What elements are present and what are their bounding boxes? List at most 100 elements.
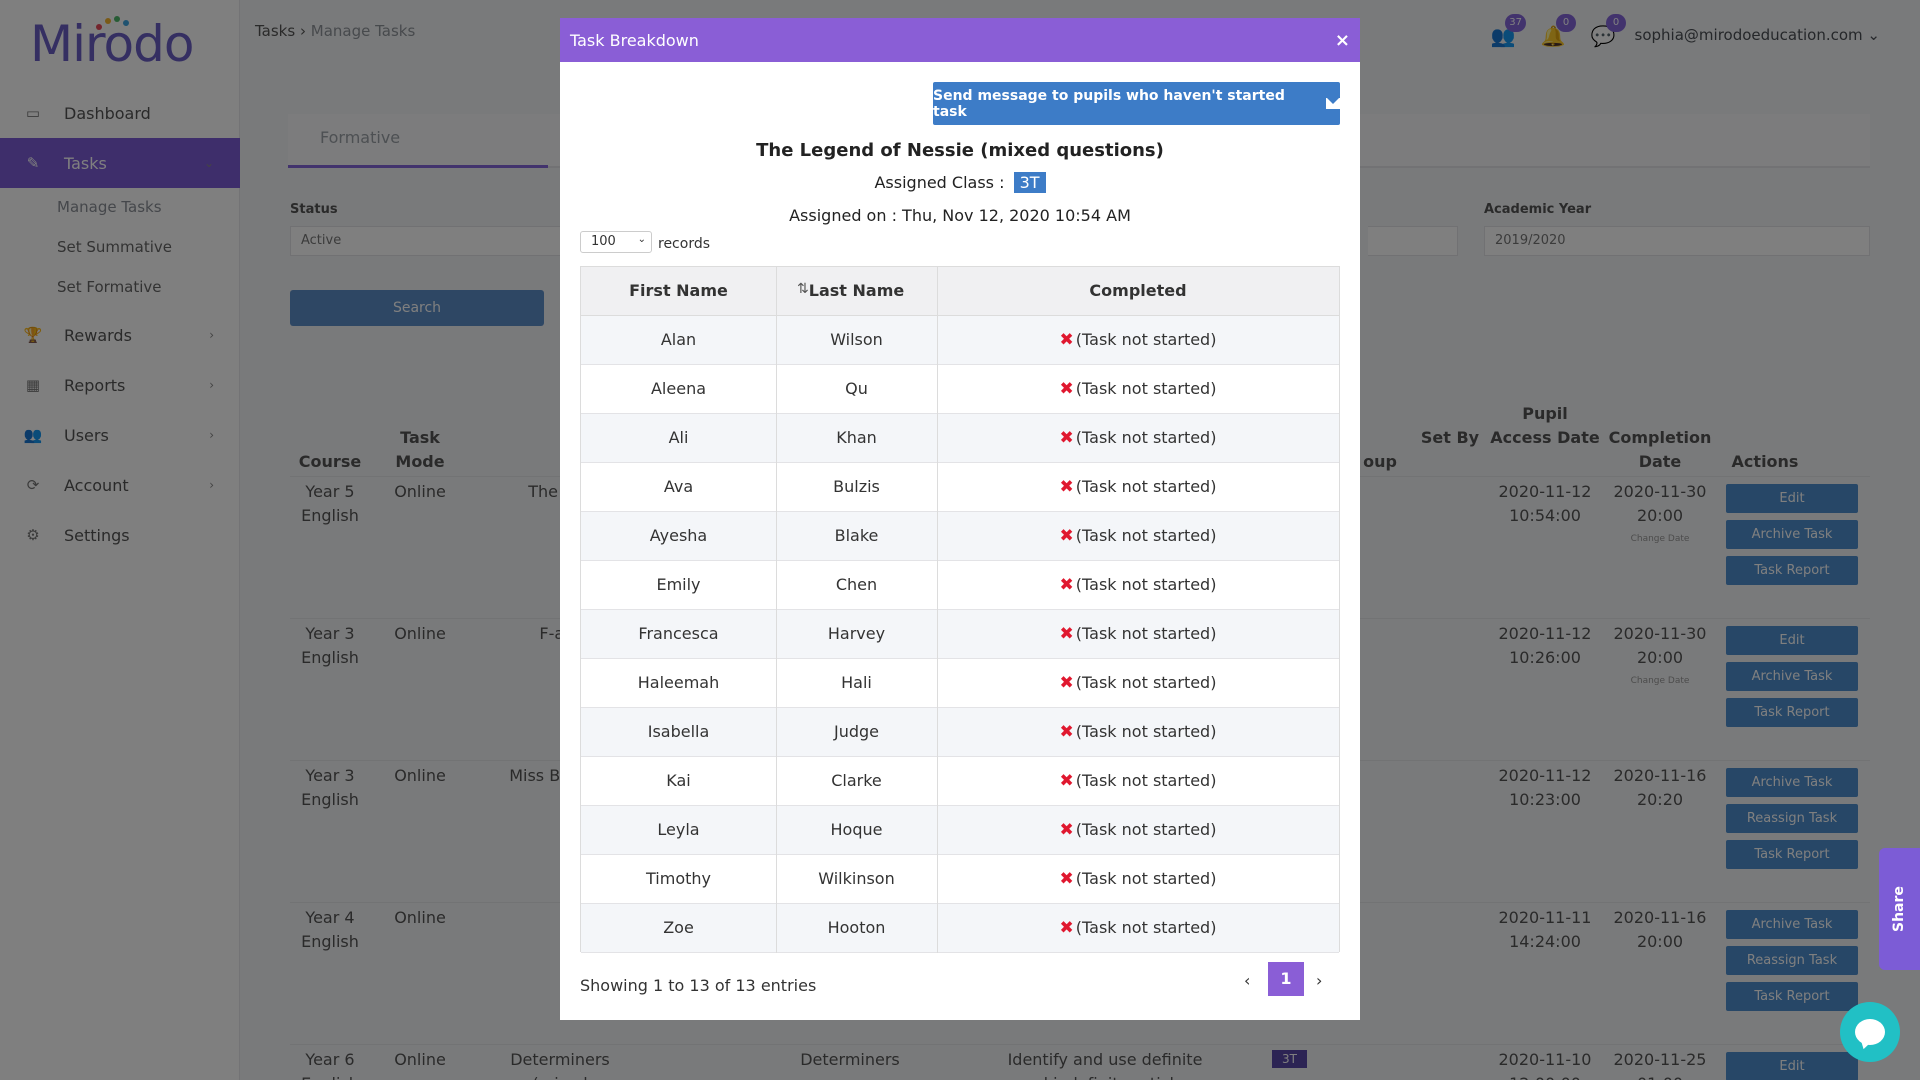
cross-icon: ✖ bbox=[1059, 820, 1074, 840]
table-row: Ayesha Blake ✖ (Task not started) bbox=[581, 512, 1339, 561]
table-info: Showing 1 to 13 of 13 entries bbox=[580, 976, 817, 995]
completion-status: (Task not started) bbox=[1075, 526, 1217, 545]
first-name-cell: Haleemah bbox=[637, 673, 720, 692]
last-name-cell: Chen bbox=[835, 575, 878, 594]
first-name-cell: Alan bbox=[660, 330, 697, 349]
first-name-cell: Ali bbox=[668, 428, 689, 447]
completed-cell: ✖ (Task not started) bbox=[937, 757, 1339, 805]
first-name-cell: Kai bbox=[666, 771, 691, 790]
completion-status: (Task not started) bbox=[1075, 918, 1217, 937]
completion-status: (Task not started) bbox=[1075, 624, 1217, 643]
pagination-prev[interactable]: ‹ bbox=[1244, 971, 1250, 990]
table-row: Francesca Harvey ✖ (Task not started) bbox=[581, 610, 1339, 659]
table-row: Haleemah Hali ✖ (Task not started) bbox=[581, 659, 1339, 708]
last-name-cell: Hoque bbox=[830, 820, 883, 839]
table-row: Zoe Hooton ✖ (Task not started) bbox=[581, 904, 1339, 953]
table-row: Ali Khan ✖ (Task not started) bbox=[581, 414, 1339, 463]
completion-status: (Task not started) bbox=[1075, 428, 1217, 447]
page-length-value: 100 bbox=[591, 234, 616, 249]
completed-cell: ✖ (Task not started) bbox=[937, 855, 1339, 903]
table-row: Leyla Hoque ✖ (Task not started) bbox=[581, 806, 1339, 855]
completed-cell: ✖ (Task not started) bbox=[937, 659, 1339, 707]
completed-cell: ✖ (Task not started) bbox=[937, 463, 1339, 511]
completed-cell: ✖ (Task not started) bbox=[937, 512, 1339, 560]
task-breakdown-modal: Task Breakdown × Send message to pupils … bbox=[560, 18, 1360, 1020]
first-name-cell: Zoe bbox=[663, 918, 694, 937]
envelope-icon bbox=[1326, 98, 1340, 109]
class-badge: 3T bbox=[1013, 172, 1046, 193]
last-name-cell: Hooton bbox=[827, 918, 886, 937]
modal-title: Task Breakdown bbox=[570, 30, 699, 50]
table-row: Isabella Judge ✖ (Task not started) bbox=[581, 708, 1339, 757]
first-name-cell: Isabella bbox=[647, 722, 710, 741]
col-header-completed[interactable]: Completed bbox=[937, 267, 1339, 315]
first-name-cell: Leyla bbox=[657, 820, 700, 839]
cross-icon: ✖ bbox=[1059, 673, 1074, 693]
cross-icon: ✖ bbox=[1059, 575, 1074, 595]
pagination-page-1[interactable]: 1 bbox=[1268, 962, 1304, 996]
completed-cell: ✖ (Task not started) bbox=[937, 610, 1339, 658]
completed-cell: ✖ (Task not started) bbox=[937, 904, 1339, 952]
cross-icon: ✖ bbox=[1059, 771, 1074, 791]
send-message-button[interactable]: Send message to pupils who haven't start… bbox=[933, 82, 1340, 125]
completed-cell: ✖ (Task not started) bbox=[937, 561, 1339, 609]
chat-icon bbox=[1855, 1019, 1885, 1045]
last-name-cell: Wilson bbox=[830, 330, 883, 349]
pupil-table: First Name Last Name Completed ⇅ Alan Wilson ✖… bbox=[580, 266, 1340, 953]
last-name-cell: Qu bbox=[845, 379, 868, 398]
completion-status: (Task not started) bbox=[1075, 869, 1217, 888]
table-row: Kai Clarke ✖ (Task not started) bbox=[581, 757, 1339, 806]
modal-header: Task Breakdown × bbox=[560, 18, 1360, 62]
chevron-down-icon: ⌄ bbox=[637, 234, 646, 245]
cross-icon: ✖ bbox=[1059, 379, 1074, 399]
app: Mirodo ▭Dashboard✎Tasks⌄🏆Rewards›▦Report… bbox=[0, 0, 1920, 1080]
cross-icon: ✖ bbox=[1059, 918, 1074, 938]
completion-status: (Task not started) bbox=[1075, 722, 1217, 741]
last-name-cell: Judge bbox=[833, 722, 879, 741]
sort-icon[interactable]: ⇅ bbox=[797, 281, 809, 297]
table-row: Ava Bulzis ✖ (Task not started) bbox=[581, 463, 1339, 512]
close-icon[interactable]: × bbox=[1335, 30, 1350, 51]
task-title: The Legend of Nessie (mixed questions) bbox=[756, 140, 1164, 161]
first-name-cell: Ayesha bbox=[649, 526, 708, 545]
cross-icon: ✖ bbox=[1059, 869, 1074, 889]
share-feedback-button[interactable]: Share feedback bbox=[1879, 848, 1920, 970]
completed-cell: ✖ (Task not started) bbox=[937, 806, 1339, 854]
first-name-cell: Francesca bbox=[638, 624, 719, 643]
last-name-cell: Clarke bbox=[831, 771, 882, 790]
page-length-select[interactable]: 100 ⌄ bbox=[580, 231, 652, 253]
last-name-cell: Harvey bbox=[827, 624, 886, 643]
cross-icon: ✖ bbox=[1059, 477, 1074, 497]
last-name-cell: Hali bbox=[841, 673, 872, 692]
cross-icon: ✖ bbox=[1059, 330, 1074, 350]
completion-status: (Task not started) bbox=[1075, 477, 1217, 496]
assigned-class-label: Assigned Class : bbox=[874, 173, 1005, 192]
completed-cell: ✖ (Task not started) bbox=[937, 708, 1339, 756]
last-name-cell: Blake bbox=[834, 526, 879, 545]
column-divider bbox=[937, 267, 938, 953]
chat-launcher-button[interactable] bbox=[1840, 1002, 1900, 1062]
cross-icon: ✖ bbox=[1059, 428, 1074, 448]
first-name-cell: Ava bbox=[663, 477, 694, 496]
last-name-cell: Bulzis bbox=[833, 477, 880, 496]
last-name-cell: Wilkinson bbox=[818, 869, 895, 888]
table-row: Timothy Wilkinson ✖ (Task not started) bbox=[581, 855, 1339, 904]
table-header: First Name Last Name Completed ⇅ bbox=[581, 267, 1339, 316]
completed-cell: ✖ (Task not started) bbox=[937, 414, 1339, 462]
table-row: Alan Wilson ✖ (Task not started) bbox=[581, 316, 1339, 365]
cross-icon: ✖ bbox=[1059, 526, 1074, 546]
pagination-next[interactable]: › bbox=[1316, 971, 1322, 990]
cross-icon: ✖ bbox=[1059, 624, 1074, 644]
completion-status: (Task not started) bbox=[1075, 330, 1217, 349]
completed-cell: ✖ (Task not started) bbox=[937, 316, 1339, 364]
completion-status: (Task not started) bbox=[1075, 771, 1217, 790]
first-name-cell: Emily bbox=[656, 575, 701, 594]
col-header-first-name[interactable]: First Name bbox=[581, 267, 776, 315]
completion-status: (Task not started) bbox=[1075, 379, 1217, 398]
cross-icon: ✖ bbox=[1059, 722, 1074, 742]
completion-status: (Task not started) bbox=[1075, 673, 1217, 692]
assigned-class: Assigned Class : 3T bbox=[560, 172, 1360, 193]
table-row: Aleena Qu ✖ (Task not started) bbox=[581, 365, 1339, 414]
assigned-on: Assigned on : Thu, Nov 12, 2020 10:54 AM bbox=[789, 206, 1131, 225]
records-label: records bbox=[658, 236, 711, 252]
